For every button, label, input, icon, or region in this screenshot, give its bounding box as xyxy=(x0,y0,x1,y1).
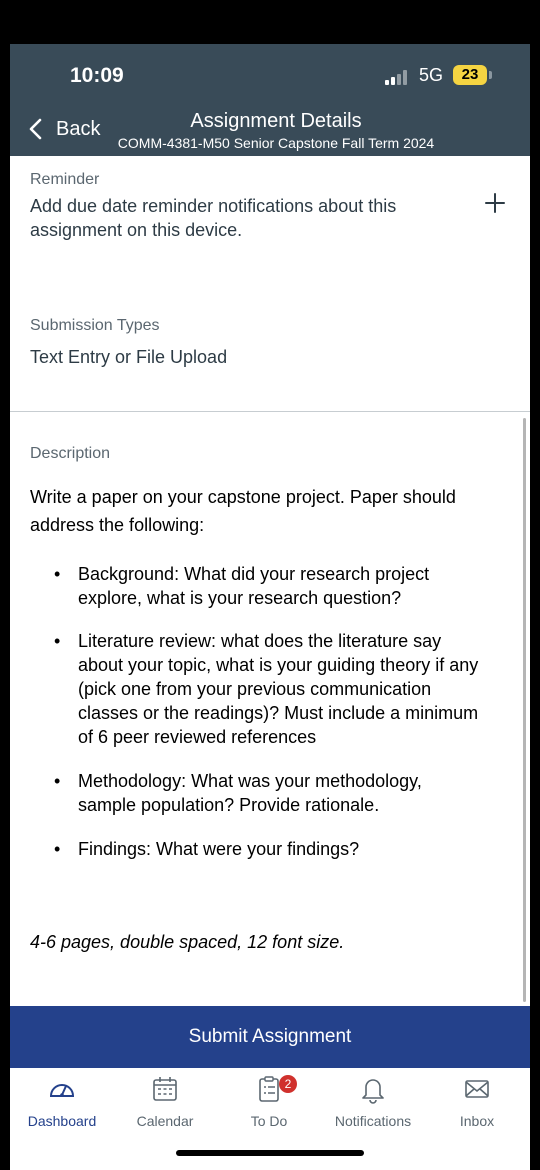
screen: 10:09 5G 23 Back Assignment Details COMM… xyxy=(10,44,530,1170)
description-label: Description xyxy=(30,445,111,462)
requirements-list: Background: What did your research proje… xyxy=(54,562,510,881)
page-title: Assignment Details xyxy=(190,110,362,132)
description-intro: Write a paper on your capstone project. … xyxy=(30,487,456,535)
add-reminder-icon[interactable] xyxy=(482,190,508,216)
tab-inbox[interactable]: Inbox xyxy=(425,1074,529,1129)
home-indicator[interactable] xyxy=(176,1150,364,1156)
submission-types-label: Submission Types xyxy=(30,317,160,334)
tab-notifications[interactable]: Notifications xyxy=(321,1074,425,1129)
pages-note: 4-6 pages, double spaced, 12 font size. xyxy=(30,932,345,952)
scrollbar[interactable] xyxy=(523,418,526,1002)
battery-icon: 23 xyxy=(453,65,487,85)
course-subtitle: COMM-4381-M50 Senior Capstone Fall Term … xyxy=(117,135,435,151)
header-bar: 10:09 5G 23 Back Assignment Details COMM… xyxy=(10,44,530,156)
tab-todo[interactable]: 2 To Do xyxy=(217,1074,321,1129)
network-type: 5G xyxy=(419,65,444,85)
page-title-block: Assignment Details COMM-4381-M50 Senior … xyxy=(100,110,530,151)
todo-badge: 2 xyxy=(279,1075,297,1093)
signal-icon xyxy=(385,69,411,85)
dashboard-icon xyxy=(49,1084,75,1097)
reminder-label: Reminder xyxy=(30,171,100,188)
reminder-text: Add due date reminder notifications abou… xyxy=(30,196,397,240)
list-item: Literature review: what does the literat… xyxy=(54,629,510,749)
list-item: Background: What did your research proje… xyxy=(54,562,510,610)
status-time: 10:09 xyxy=(70,64,124,87)
calendar-icon xyxy=(153,1077,177,1101)
list-item: Methodology: What was your methodology,s… xyxy=(54,769,510,817)
divider xyxy=(10,411,530,412)
list-item: Findings: What were your findings? xyxy=(54,837,510,861)
bell-icon xyxy=(362,1079,384,1104)
submit-assignment-button[interactable]: Submit Assignment xyxy=(10,1006,530,1068)
tab-dashboard[interactable]: Dashboard xyxy=(10,1074,114,1129)
battery-tip xyxy=(489,71,492,79)
submission-types-value: Text Entry or File Upload xyxy=(30,347,228,367)
mail-icon xyxy=(465,1080,489,1098)
tab-calendar[interactable]: Calendar xyxy=(113,1074,217,1129)
